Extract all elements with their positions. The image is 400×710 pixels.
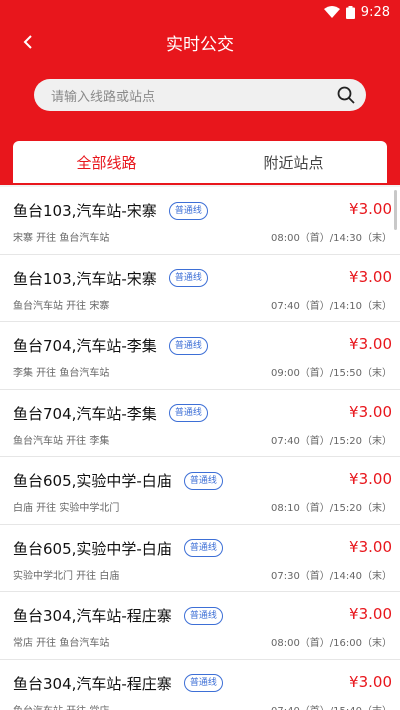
route-type-badge: 普通线 — [168, 336, 208, 355]
route-type-badge: 普通线 — [168, 201, 208, 220]
route-price: ¥3.00 — [349, 605, 392, 623]
route-price: ¥3.00 — [349, 335, 392, 353]
route-times: 07:40（首）/14:10（末） — [270, 300, 392, 312]
route-times: 08:00（首）/14:30（末） — [270, 233, 392, 244]
route-type-badge: 普通线 — [183, 606, 223, 625]
route-times: 07:40（首）/15:40（末） — [271, 702, 392, 710]
route-name: 鱼台304,汽车站-程庄寨 — [13, 674, 172, 693]
route-direction: 常店 开往 鱼台汽车站 — [13, 638, 110, 649]
route-price: ¥3.00 — [349, 402, 392, 421]
route-times: 08:10（首）/15:20（末） — [270, 503, 392, 514]
route-row[interactable]: 鱼台704,汽车站-李集 普通线 ¥3.00 鱼台汽车站 开往 李集 07:40（… — [0, 390, 400, 457]
route-type-badge: 普通线 — [168, 404, 208, 422]
route-type-badge: 普通线 — [183, 674, 223, 692]
status-bar: 9:28 — [0, 0, 400, 24]
route-price: ¥3.00 — [349, 470, 392, 488]
route-direction: 李集 开往 鱼台汽车站 — [13, 368, 110, 379]
route-name: 鱼台605,实验中学-白庙 — [13, 539, 172, 558]
route-name: 鱼台605,实验中学-白庙 — [13, 472, 172, 490]
route-type-badge: 普通线 — [168, 269, 208, 287]
route-list: 鱼台103,汽车站-宋寨 普通线 ¥3.00 宋寨 开往 鱼台汽车站 08:00（… — [0, 187, 400, 710]
route-type-badge: 普通线 — [183, 539, 223, 557]
route-price: ¥3.00 — [349, 537, 392, 556]
route-price: ¥3.00 — [349, 200, 392, 218]
route-row[interactable]: 鱼台704,汽车站-李集 普通线 ¥3.00 李集 开往 鱼台汽车站 09:00（… — [0, 322, 400, 390]
list-scrollbar[interactable] — [394, 190, 397, 230]
route-row[interactable]: 鱼台304,汽车站-程庄寨普通线 ¥3.00 鱼台汽车站 开往 常店 07:40… — [0, 660, 400, 710]
tab-nearby-stations[interactable]: 附近站点 — [200, 141, 387, 183]
route-type-badge: 普通线 — [183, 471, 223, 490]
route-name: 鱼台704,汽车站-李集 — [13, 337, 157, 355]
route-price: ¥3.00 — [349, 672, 392, 691]
route-direction: 鱼台汽车站 开往 常店 — [13, 702, 109, 710]
search-input[interactable]: 请输入线路或站点 — [34, 79, 366, 111]
route-direction: 宋寨 开往 鱼台汽车站 — [13, 233, 110, 244]
route-row[interactable]: 鱼台103,汽车站-宋寨 普通线 ¥3.00 鱼台汽车站 开往 宋寨 07:40（… — [0, 255, 400, 322]
route-price: ¥3.00 — [349, 267, 392, 286]
route-times: 07:40（首）/15:20（末） — [270, 435, 392, 447]
back-arrow-icon — [23, 35, 32, 49]
route-direction: 鱼台汽车站 开往 宋寨 — [13, 300, 110, 312]
route-row[interactable]: 鱼台103,汽车站-宋寨 普通线 ¥3.00 宋寨 开往 鱼台汽车站 08:00（… — [0, 187, 400, 255]
nav-bar: 实时公交 — [0, 24, 400, 60]
search-placeholder: 请输入线路或站点 — [51, 89, 156, 105]
route-name: 鱼台103,汽车站-宋寨 — [13, 202, 157, 220]
route-row[interactable]: 鱼台605,实验中学-白庙 普通线 ¥3.00 白庙 开往 实验中学北门 08:1… — [0, 457, 400, 525]
route-direction: 鱼台汽车站 开往 李集 — [13, 435, 110, 447]
back-button[interactable] — [14, 28, 42, 56]
status-time: 9:28 — [360, 4, 390, 20]
tab-all-routes[interactable]: 全部线路 — [13, 141, 200, 183]
search-icon[interactable] — [326, 79, 366, 111]
route-times: 07:30（首）/14:40（末） — [270, 570, 392, 582]
route-name: 鱼台103,汽车站-宋寨 — [13, 269, 157, 288]
route-times: 08:00（首）/16:00（末） — [270, 638, 392, 649]
route-name: 鱼台304,汽车站-程庄寨 — [13, 607, 172, 625]
route-row[interactable]: 鱼台304,汽车站-程庄寨 普通线 ¥3.00 常店 开往 鱼台汽车站 08:00… — [0, 592, 400, 660]
route-direction: 实验中学北门 开往 白庙 — [13, 570, 120, 582]
route-name: 鱼台704,汽车站-李集 — [13, 404, 157, 423]
battery-icon — [345, 5, 355, 19]
route-row[interactable]: 鱼台605,实验中学-白庙 普通线 ¥3.00 实验中学北门 开往 白庙 07:3… — [0, 525, 400, 592]
route-direction: 白庙 开往 实验中学北门 — [13, 503, 120, 514]
tab-bar: 全部线路 附近站点 — [13, 141, 387, 183]
wifi-icon — [323, 6, 340, 18]
page-title: 实时公交 — [166, 34, 234, 55]
route-times: 09:00（首）/15:50（末） — [270, 368, 392, 379]
